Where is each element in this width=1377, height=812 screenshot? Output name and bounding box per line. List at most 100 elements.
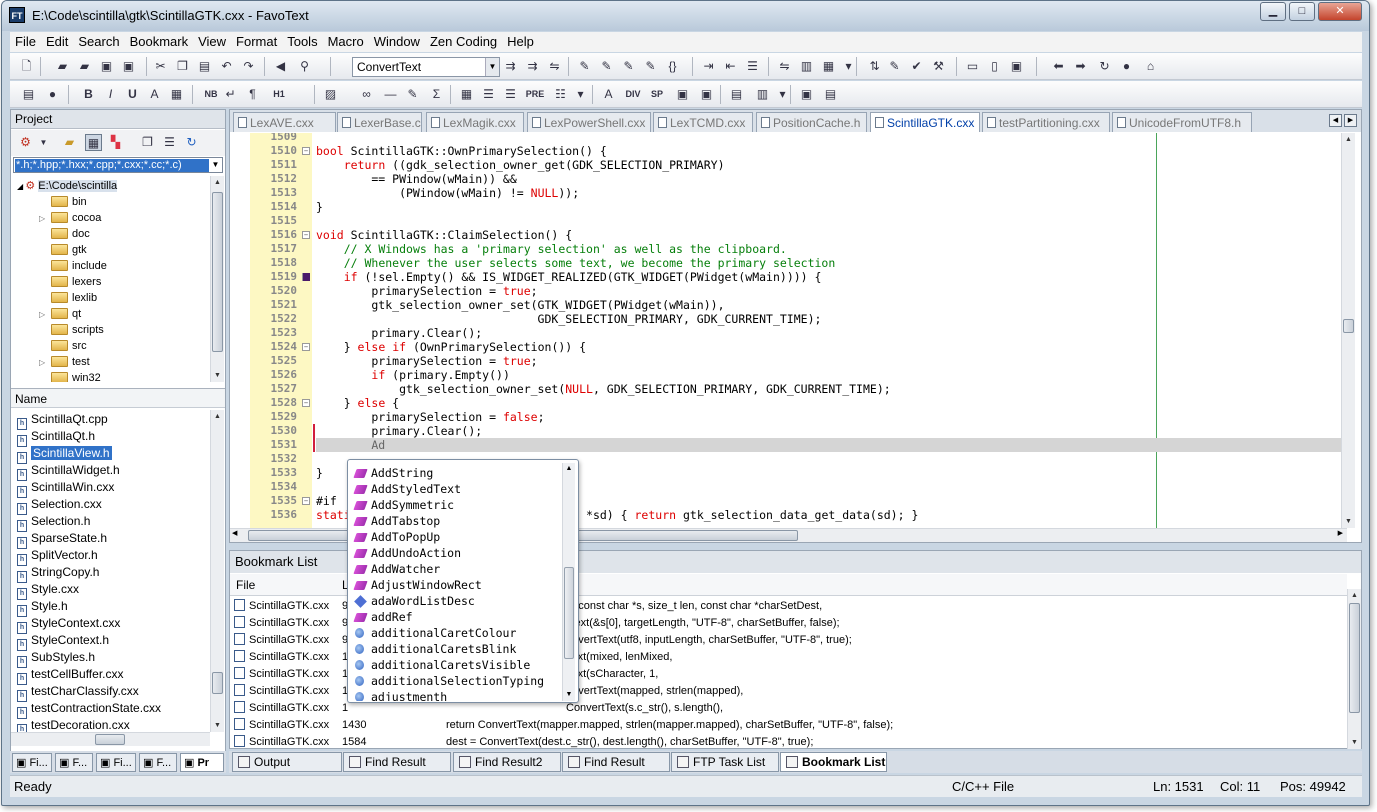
block-icon[interactable]: ▦	[820, 58, 837, 75]
list-icon[interactable]: ☷	[552, 86, 569, 103]
tab-lexmagik-cxx[interactable]: LexMagik.cxx	[426, 112, 524, 132]
autocomplete-item[interactable]: AddString	[353, 465, 433, 481]
autocomplete-item[interactable]: AddStyledText	[353, 481, 461, 497]
chevron-down-icon[interactable]: ▼	[485, 58, 499, 76]
list-icon[interactable]: ☰	[161, 134, 178, 151]
fold-toggle-icon[interactable]: −	[302, 497, 310, 505]
file-item[interactable]: h ScintillaQt.h	[17, 428, 95, 447]
preview-icon[interactable]: ▣	[798, 86, 815, 103]
project-icon[interactable]: ⚙	[17, 134, 34, 151]
div-icon[interactable]: DIV	[622, 86, 644, 103]
bottom-tab-output[interactable]: Output	[232, 752, 342, 772]
redo-icon[interactable]: ↷	[240, 58, 257, 75]
line-break-icon[interactable]: ↵	[222, 86, 239, 103]
open-folder-icon[interactable]: ▰	[61, 134, 78, 151]
sum-icon[interactable]: Σ	[428, 86, 445, 103]
underline-icon[interactable]: U	[124, 86, 141, 103]
folder-doc[interactable]: doc	[39, 226, 90, 242]
minimize-button[interactable]: ▁	[1260, 2, 1286, 21]
tab-lextcmd-cxx[interactable]: LexTCMD.cxx	[653, 112, 753, 132]
pre-icon[interactable]: PRE	[524, 86, 546, 103]
folder-lexlib[interactable]: lexlib	[39, 290, 97, 306]
left-tab-3[interactable]: ▣ F...	[139, 753, 177, 772]
align-right-icon[interactable]: ☰	[502, 86, 519, 103]
folder-lexers[interactable]: lexers	[39, 274, 101, 290]
frame-icon[interactable]: ▥	[754, 86, 771, 103]
file-item[interactable]: h SubStyles.h	[17, 649, 95, 668]
menu-zen-coding[interactable]: Zen Coding	[425, 32, 502, 49]
align-center-icon[interactable]: ☰	[480, 86, 497, 103]
edit-icon[interactable]: ✎	[404, 86, 421, 103]
find-prev-icon[interactable]: ◀	[272, 58, 289, 75]
folder-gtk[interactable]: gtk	[39, 242, 87, 258]
scroll-up-icon[interactable]: ▲	[1348, 589, 1361, 602]
autocomplete-item[interactable]: additionalSelectionTyping	[355, 673, 544, 689]
scroll-down-icon[interactable]: ▼	[1348, 736, 1361, 749]
file-item[interactable]: h Selection.h	[17, 513, 90, 532]
autocomplete-item[interactable]: additionalCaretsVisible	[355, 657, 530, 673]
globe-icon[interactable]: ●	[44, 86, 61, 103]
file-item[interactable]: h Style.cxx	[17, 581, 79, 600]
file-list-scrollbar[interactable]: ▲ ▼	[210, 410, 224, 732]
menu-tools[interactable]: Tools	[282, 32, 322, 49]
autocomplete-scrollbar[interactable]: ▲ ▼	[562, 463, 575, 701]
file-list-hscroll-thumb[interactable]	[95, 734, 125, 745]
table-icon[interactable]: ▦	[458, 86, 475, 103]
scroll-down-icon[interactable]: ▼	[563, 689, 575, 701]
script-icon[interactable]: ▣	[674, 86, 691, 103]
expand-icon[interactable]: ▷	[39, 355, 51, 371]
spell-icon[interactable]: ✔	[908, 58, 925, 75]
folder-scripts[interactable]: scripts	[39, 322, 104, 338]
outdent-icon[interactable]: ⇤	[722, 58, 739, 75]
bookmark-scroll-thumb[interactable]	[1349, 603, 1360, 713]
copy-icon[interactable]: ❐	[174, 58, 191, 75]
menu-format[interactable]: Format	[231, 32, 282, 49]
tree-scroll-thumb[interactable]	[212, 192, 223, 352]
file-list-header[interactable]: Name	[11, 388, 225, 408]
open-folder-icon[interactable]: ▰	[76, 58, 93, 75]
autocomplete-item[interactable]: additionalCaretColour	[355, 625, 516, 641]
app-icon[interactable]: FT	[9, 7, 25, 23]
form-icon[interactable]: ▤	[728, 86, 745, 103]
file-item[interactable]: h ScintillaView.h	[17, 445, 112, 464]
bold-icon[interactable]: B	[80, 86, 97, 103]
scroll-right-icon[interactable]: ▶	[1338, 529, 1343, 537]
expand-icon[interactable]: ▷	[39, 211, 51, 227]
undo-icon[interactable]: ↶	[218, 58, 235, 75]
menu-edit[interactable]: Edit	[41, 32, 73, 49]
menu-help[interactable]: Help	[502, 32, 539, 49]
menu-macro[interactable]: Macro	[323, 32, 369, 49]
replace-icon[interactable]: ⇋	[546, 58, 563, 75]
stop-icon[interactable]: ●	[1118, 58, 1135, 75]
file-item[interactable]: h StringCopy.h	[17, 564, 99, 583]
fold-toggle-icon[interactable]: −	[302, 231, 310, 239]
file-filter-combo[interactable]: *.h;*.hpp;*.hxx;*.cpp;*.cxx;*.cc;*.c) ▼	[13, 157, 223, 173]
chevron-down-icon[interactable]: ▾	[774, 86, 791, 103]
scroll-left-icon[interactable]: ◀	[232, 529, 237, 537]
scroll-up-icon[interactable]: ▲	[563, 463, 575, 475]
fold-toggle-icon[interactable]: −	[302, 343, 310, 351]
file-icon[interactable]: ▤	[20, 86, 37, 103]
autocomplete-popup[interactable]: AddString AddStyledText AddSymmetric AddTab…	[347, 459, 579, 703]
menu-search[interactable]: Search	[73, 32, 124, 49]
tab-lexave-cxx[interactable]: LexAVE.cxx	[233, 112, 336, 132]
panel-icon[interactable]: ▭	[964, 58, 981, 75]
folder-src[interactable]: src	[39, 338, 87, 354]
back-icon[interactable]: ⬅	[1050, 58, 1067, 75]
file-item[interactable]: h StyleContext.cxx	[17, 615, 120, 634]
tree-scrollbar[interactable]: ▲ ▼	[210, 176, 224, 382]
autocomplete-item[interactable]: AddSymmetric	[353, 497, 454, 513]
folder-test[interactable]: ▷ test	[39, 354, 90, 370]
chevron-down-icon[interactable]: ▼	[209, 158, 222, 172]
menu-window[interactable]: Window	[369, 32, 425, 49]
scroll-down-icon[interactable]: ▼	[211, 369, 224, 382]
left-tab-0[interactable]: ▣ Fi...	[12, 753, 52, 772]
menu-bookmark[interactable]: Bookmark	[125, 32, 194, 49]
span-icon[interactable]: SP	[646, 86, 668, 103]
file-item[interactable]: h ScintillaQt.cpp	[17, 411, 108, 430]
columns-icon[interactable]: ▥	[798, 58, 815, 75]
editor-vscroll-thumb[interactable]	[1343, 319, 1354, 333]
tab-left-icon[interactable]: ◀	[1329, 114, 1342, 127]
autocomplete-scroll-thumb[interactable]	[564, 567, 574, 659]
autocomplete-item[interactable]: AddToPopUp	[353, 529, 440, 545]
